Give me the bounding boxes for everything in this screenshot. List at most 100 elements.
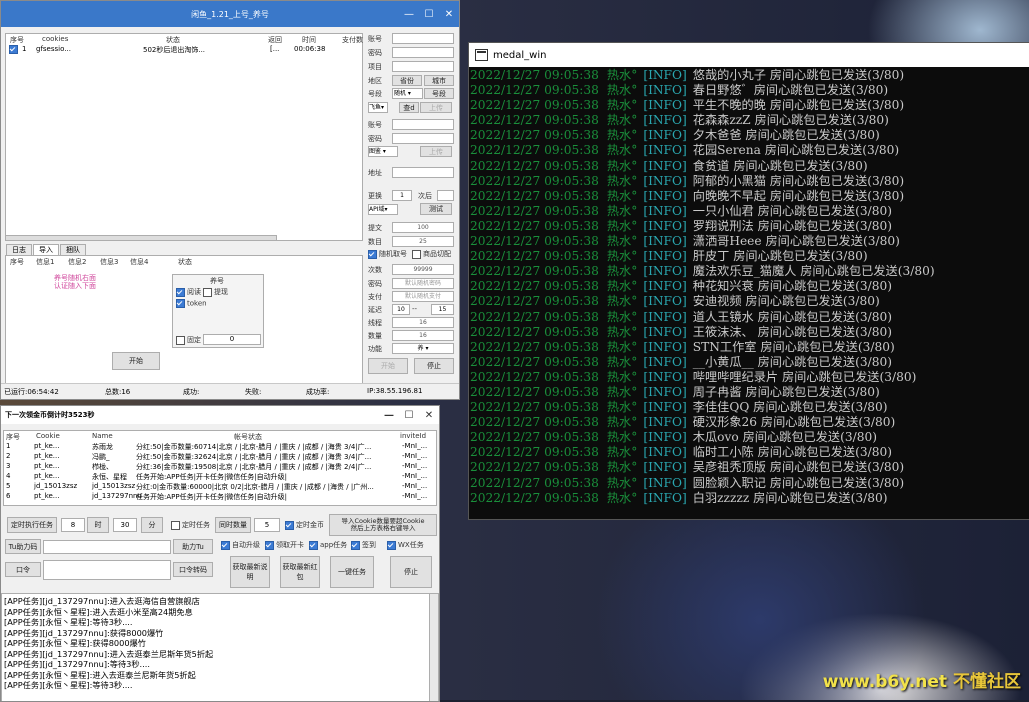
table-row[interactable]: 1 gfsessio... 502秒后退出淘饰... [... 00:06:38 [6, 45, 362, 55]
auto-upgrade-checkbox[interactable]: 自动升级 [221, 540, 260, 550]
change-count-input[interactable]: 1 [392, 190, 412, 201]
help-tu-button[interactable]: 助力Tu [173, 539, 213, 554]
minutes-input[interactable]: 30 [113, 518, 137, 532]
minimize-icon[interactable]: — [379, 406, 399, 424]
timed-gold-checkbox[interactable]: 定时金币 [285, 520, 324, 530]
log-level: [INFO] [643, 384, 687, 399]
kouling-transfer-button[interactable]: 口令转码 [173, 562, 213, 577]
test-button[interactable]: 测试 [420, 203, 452, 215]
kouling-input[interactable] [43, 560, 171, 580]
maximize-icon[interactable]: ☐ [399, 406, 419, 424]
log-user-tag: 热水° [606, 188, 638, 203]
sync-count-button[interactable]: 同时数量 [215, 517, 251, 533]
log-user-tag: 热水° [606, 68, 638, 82]
account-input[interactable] [392, 33, 454, 44]
col-cookies: cookies [42, 35, 69, 43]
times-after-input[interactable] [437, 190, 454, 201]
delay-max-input[interactable]: 15 [431, 304, 454, 315]
log-level: [INFO] [643, 218, 687, 233]
close-icon[interactable]: ✕ [439, 1, 459, 27]
api-select[interactable]: API域▾ [368, 204, 398, 215]
import-cookie-button[interactable]: 导入Cookie数量要超Cookie 然后上方表格右键导入 [329, 514, 437, 536]
upload-button-2[interactable]: 上传 [420, 146, 452, 157]
timed-exec-button[interactable]: 定时执行任务 [7, 517, 57, 533]
account-input-2[interactable] [392, 119, 454, 130]
wx-task-checkbox[interactable]: WX任务 [387, 540, 424, 550]
maximize-icon[interactable]: ☐ [419, 1, 439, 27]
table-row[interactable]: 3 pt_ke... 栉栊、 分红:36|金币数量:19508|北京 / |北京-腊月… [4, 462, 436, 472]
segment-button[interactable]: 号段 [424, 88, 454, 99]
table-row[interactable]: 2 pt_ke... 冯鹏_ 分红:50|金币数量:32624|北京 / |北京-腊月… [4, 452, 436, 462]
sign-checkbox[interactable]: 签到 [351, 540, 376, 550]
random-take-checkbox[interactable]: 随机取号 [368, 249, 407, 259]
query-button[interactable]: 查d [399, 102, 419, 113]
table-row[interactable]: 1 pt_ke... 苏雨龙 分红:50|金币数量:60714|北京 / |北京-腊月… [4, 442, 436, 452]
app-task-checkbox[interactable]: app任务 [309, 540, 347, 550]
account-grid[interactable]: 序号 cookies 状态 返回 时间 支付数 1 gfsessio... 50… [5, 33, 363, 241]
password-input[interactable] [392, 47, 454, 58]
jd-gold-window: 下一次领金币倒计时3523秒 — ☐ ✕ 序号 Cookie Name 帐号状态… [0, 405, 440, 702]
delay-separator: -- [412, 305, 418, 313]
horizontal-scrollbar[interactable] [5, 235, 277, 241]
captcha-select[interactable]: 图鉴 ▾ [368, 146, 398, 157]
log-level: [INFO] [643, 339, 687, 354]
address-input[interactable] [392, 167, 454, 178]
opt-guding[interactable]: 固定 [176, 335, 201, 345]
table-row[interactable]: 6 pt_ke... jd_137297nnu 任务开始:APP任务|开卡任务|微信任… [4, 492, 436, 502]
stop-task-button[interactable]: 停止 [390, 556, 432, 588]
sync-count-input[interactable]: 5 [254, 518, 280, 532]
window-title: 下一次领金币倒计时3523秒 [5, 411, 95, 419]
tab-team[interactable]: 捆队 [60, 244, 86, 255]
log-user-tag: 热水° [606, 218, 638, 233]
tu-help-code-button[interactable]: Tu助力码 [5, 539, 41, 554]
delay-min-input[interactable]: 10 [392, 304, 410, 315]
upload-button[interactable]: 上传 [420, 102, 452, 113]
hours-input[interactable]: 8 [61, 518, 85, 532]
status-bar: 已运行:06:54:42 总数:16 成功: 失败: 成功率: IP:38.55… [1, 383, 459, 399]
log-message: 悠哉的小丸子 房间心跳包已发送(3/80) [692, 68, 905, 82]
amount-input[interactable]: 25 [392, 236, 454, 247]
function-select[interactable]: 养 ▾ [392, 343, 454, 354]
one-key-task-button[interactable]: 一键任务 [330, 556, 374, 588]
start-yanghao-button[interactable]: 开始 [112, 352, 160, 370]
guding-input[interactable]: 0 [203, 334, 261, 345]
close-icon[interactable]: ✕ [419, 406, 439, 424]
question-input[interactable]: 100 [392, 222, 454, 233]
tab-log[interactable]: 日志 [6, 244, 32, 255]
feiyu-select[interactable]: 飞鱼▾ [368, 102, 388, 113]
tu-help-input[interactable] [43, 540, 171, 554]
log-user-tag: 热水° [606, 203, 638, 218]
opt-token[interactable]: token [176, 299, 207, 308]
city-button[interactable]: 城市 [424, 75, 454, 86]
log-scrollbar[interactable] [429, 593, 439, 701]
password-input-2[interactable] [392, 133, 454, 144]
table-row[interactable]: 4 pt_ke... 永恒、星程 任务开始:APP任务|开卡任务|微信任务|自动升级|… [4, 472, 436, 482]
get-newest-redpack-button[interactable]: 获取最新红包 [280, 556, 320, 588]
random-password-input[interactable]: 默认随机密码 [392, 278, 454, 289]
project-input[interactable] [392, 61, 454, 72]
opt-tiqian[interactable]: 提现 [203, 287, 228, 297]
collect-card-checkbox[interactable]: 领取开卡 [265, 540, 304, 550]
start-button[interactable]: 开始 [368, 358, 408, 374]
hour-button[interactable]: 时 [87, 517, 109, 533]
table-row[interactable]: 5 jd_15013zsz jd_15013zsz 分红:0|金币数量:60000|北… [4, 482, 436, 492]
kouling-button[interactable]: 口令 [5, 562, 41, 577]
jd-account-table[interactable]: 序号 Cookie Name 帐号状态 inviteId 1 pt_ke... 苏雨… [3, 430, 437, 506]
get-newest-desc-button[interactable]: 获取最新说明 [230, 556, 270, 588]
status-ip: IP:38.55.196.81 [367, 387, 423, 395]
quantity-input[interactable]: 16 [392, 330, 454, 341]
minimize-icon[interactable]: — [399, 1, 419, 27]
random-pay-input[interactable]: 默认随机支付 [392, 291, 454, 302]
stop-button[interactable]: 停止 [414, 358, 454, 374]
goods-switch-checkbox[interactable]: 商品切配 [412, 249, 451, 259]
medal-win-console: medal_win 2022/12/27 09:05:38 热水° [INFO] 悠哉… [468, 42, 1029, 520]
opt-yuedu[interactable]: 阅读 [176, 287, 201, 297]
tab-import[interactable]: 导入 [33, 244, 59, 255]
province-button[interactable]: 省份 [392, 75, 422, 86]
task-log[interactable]: [APP任务][jd_137297nnu]:进入去逛海信自营旗舰店 [APP任务]… [1, 593, 431, 701]
minute-button[interactable]: 分 [141, 517, 163, 533]
timed-task-checkbox[interactable]: 定时任务 [171, 520, 210, 530]
count-input[interactable]: 99999 [392, 264, 454, 275]
segment-select[interactable]: 随机 ▾ [392, 88, 423, 99]
threads-input[interactable]: 16 [392, 317, 454, 328]
